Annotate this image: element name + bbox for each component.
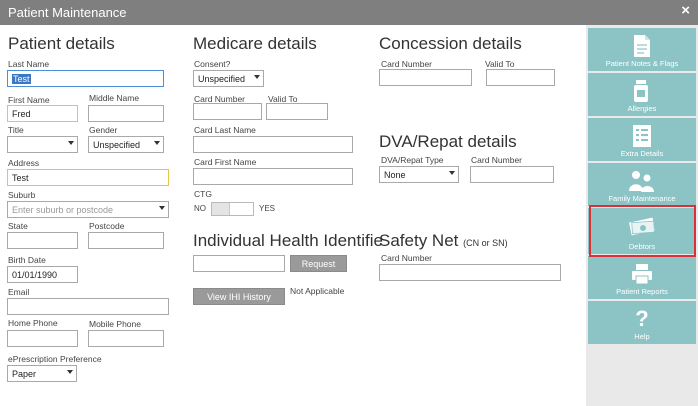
main-panel: Patient details Last Name Test First Nam… xyxy=(0,25,586,406)
sidebar-item-help[interactable]: ? Help xyxy=(588,301,696,344)
printer-icon xyxy=(588,262,696,286)
safety-net-card-number-label: Card Number xyxy=(381,253,433,263)
debtors-highlight-box xyxy=(589,205,696,257)
card-last-name-input[interactable] xyxy=(193,136,353,153)
window-title: Patient Maintenance xyxy=(8,5,127,20)
list-icon xyxy=(588,124,696,148)
close-icon[interactable]: × xyxy=(681,3,690,19)
concession-details-heading: Concession details xyxy=(379,34,522,53)
dva-card-number-label: Card Number xyxy=(471,155,523,165)
last-name-label: Last Name xyxy=(8,59,50,69)
home-phone-input[interactable] xyxy=(7,330,78,347)
sidebar-item-allergies[interactable]: Allergies xyxy=(588,73,696,116)
email-label: Email xyxy=(8,287,30,297)
safety-net-heading: Safety Net (CN or SN) xyxy=(379,231,508,251)
sidebar-item-label: Patient Notes & Flags xyxy=(605,59,679,68)
request-button[interactable]: Request xyxy=(290,255,347,272)
sidebar-item-patient-reports[interactable]: Patient Reports xyxy=(588,256,696,299)
postcode-input[interactable] xyxy=(88,232,164,249)
last-name-input[interactable]: Test xyxy=(7,70,164,87)
home-phone-label: Home Phone xyxy=(8,318,58,328)
concession-valid-to-input[interactable] xyxy=(486,69,555,86)
sidebar-item-label: Extra Details xyxy=(620,149,664,158)
consent-select[interactable]: Unspecified xyxy=(193,70,264,87)
medicine-bottle-icon xyxy=(588,79,696,103)
first-name-label: First Name xyxy=(8,95,50,105)
safety-net-card-number-input[interactable] xyxy=(379,264,561,281)
chevron-down-icon xyxy=(67,370,73,374)
dva-card-number-input[interactable] xyxy=(470,166,554,183)
chevron-down-icon xyxy=(254,75,260,79)
sidebar-item-label: Help xyxy=(634,332,650,341)
eprescription-select[interactable]: Paper xyxy=(7,365,77,382)
gender-value: Unspecified xyxy=(93,140,141,150)
safety-net-title: Safety Net xyxy=(379,231,459,250)
last-name-value: Test xyxy=(12,74,31,84)
address-label: Address xyxy=(8,158,40,168)
chevron-down-icon xyxy=(449,171,455,175)
state-label: State xyxy=(8,221,28,231)
safety-net-subtitle: (CN or SN) xyxy=(463,238,508,248)
middle-name-label: Middle Name xyxy=(89,93,140,103)
middle-name-input[interactable] xyxy=(88,105,164,122)
suburb-label: Suburb xyxy=(8,190,36,200)
document-icon xyxy=(588,34,696,58)
medicare-valid-to-input[interactable] xyxy=(266,103,328,120)
title-bar: Patient Maintenance × xyxy=(0,0,698,25)
birth-date-label: Birth Date xyxy=(8,255,46,265)
chevron-down-icon xyxy=(154,141,160,145)
medicare-card-number-input[interactable] xyxy=(193,103,262,120)
birth-date-input[interactable]: 01/01/1990 xyxy=(7,266,78,283)
concession-card-number-input[interactable] xyxy=(379,69,472,86)
state-input[interactable] xyxy=(7,232,78,249)
card-first-name-input[interactable] xyxy=(193,168,353,185)
dva-type-label: DVA/Repat Type xyxy=(381,155,444,165)
gender-label: Gender xyxy=(89,125,118,135)
postcode-label: Postcode xyxy=(89,221,125,231)
sidebar-item-label: Family Maintenance xyxy=(608,194,676,203)
question-icon: ? xyxy=(635,306,649,331)
gender-select[interactable]: Unspecified xyxy=(88,136,164,153)
dva-type-select[interactable]: None xyxy=(379,166,459,183)
sidebar-item-label: Allergies xyxy=(627,104,657,113)
consent-value: Unspecified xyxy=(198,74,246,84)
chevron-down-icon xyxy=(68,141,74,145)
ctg-label: CTG xyxy=(194,189,212,199)
first-name-input[interactable]: Fred xyxy=(7,105,78,122)
ihi-status-text: Not Applicable xyxy=(290,286,345,296)
patient-details-heading: Patient details xyxy=(8,34,115,53)
view-ihi-history-button[interactable]: View IHI History xyxy=(193,288,285,305)
dva-details-heading: DVA/Repat details xyxy=(379,132,517,151)
card-last-name-label: Card Last Name xyxy=(194,125,256,135)
sidebar-item-family-maintenance[interactable]: Family Maintenance xyxy=(588,163,696,206)
consent-label: Consent? xyxy=(194,59,231,69)
chevron-down-icon xyxy=(159,206,165,210)
address-input[interactable]: Test xyxy=(7,169,169,186)
dva-type-value: None xyxy=(384,170,406,180)
mobile-phone-label: Mobile Phone xyxy=(89,319,141,329)
card-first-name-label: Card First Name xyxy=(194,157,257,167)
sidebar-item-patient-notes[interactable]: Patient Notes & Flags xyxy=(588,28,696,71)
ctg-toggle[interactable] xyxy=(211,202,254,216)
suburb-placeholder: Enter suburb or postcode xyxy=(12,205,114,215)
ctg-yes-label: YES xyxy=(259,204,276,213)
concession-card-number-label: Card Number xyxy=(381,59,433,69)
title-select[interactable] xyxy=(7,136,78,153)
ihi-input[interactable] xyxy=(193,255,285,272)
toggle-knob xyxy=(212,203,230,215)
title-label: Title xyxy=(8,125,24,135)
concession-valid-to-label: Valid To xyxy=(485,59,515,69)
ctg-no-label: NO xyxy=(194,204,206,213)
ihi-heading: Individual Health Identifie xyxy=(193,231,383,250)
mobile-phone-input[interactable] xyxy=(88,330,164,347)
eprescription-label: ePrescription Preference xyxy=(8,354,102,364)
email-input[interactable] xyxy=(7,298,169,315)
medicare-details-heading: Medicare details xyxy=(193,34,317,53)
sidebar-item-label: Patient Reports xyxy=(616,287,668,296)
eprescription-value: Paper xyxy=(12,369,37,379)
suburb-select[interactable]: Enter suburb or postcode xyxy=(7,201,169,218)
family-icon xyxy=(588,169,696,193)
sidebar-item-extra-details[interactable]: Extra Details xyxy=(588,118,696,161)
